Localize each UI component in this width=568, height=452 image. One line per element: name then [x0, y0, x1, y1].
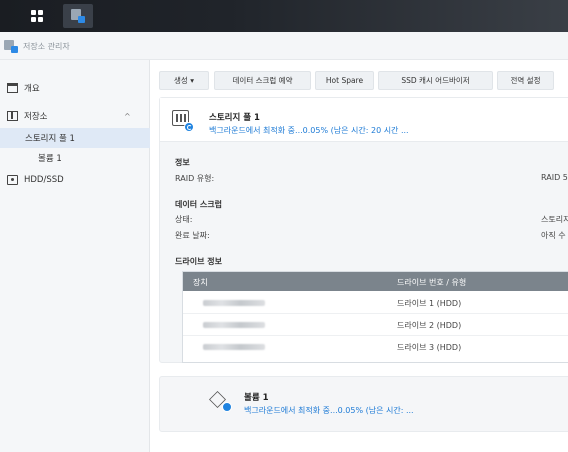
app-title: 저장소 관리자 [23, 42, 70, 51]
scrub-state-label: 상태: [175, 215, 193, 224]
main-menu-grid-icon[interactable] [22, 4, 52, 28]
storage-icon [7, 111, 18, 121]
storage-pool-icon [172, 110, 194, 132]
drive-table-header: 장치 드라이브 번호 / 유형 [183, 272, 568, 291]
sidebar-item-storage[interactable]: 저장소 ^ [0, 106, 150, 126]
optimizing-badge-icon [184, 122, 194, 132]
redacted-device-name [203, 322, 265, 328]
column-header-drive-number: 드라이브 번호 / 유형 [397, 278, 467, 287]
sidebar-item-storage-pool-1[interactable]: 스토리지 풀 1 [0, 128, 150, 148]
storage-pool-title: 스토리지 풀 1 [209, 113, 260, 123]
sidebar-item-volume-1[interactable]: 볼륨 1 [0, 148, 150, 168]
drive-info-table: 장치 드라이브 번호 / 유형 드라이브 1 (HDD) 드라이브 2 (HDD… [182, 271, 568, 363]
storage-pool-header[interactable]: 스토리지 풀 1 백그라운드에서 최적화 중...0.05% (남은 시간: 2… [160, 98, 568, 142]
storage-manager-icon [4, 40, 18, 53]
redacted-device-name [203, 300, 265, 306]
sidebar: 개요 저장소 ^ 스토리지 풀 1 볼륨 1 HDD/SSD [0, 60, 150, 452]
raid-type-value: RAID 5 [541, 173, 568, 182]
taskbar [0, 0, 568, 32]
hdd-icon [7, 175, 18, 185]
ssd-cache-advisor-button[interactable]: SSD 캐시 어드바이저 [378, 71, 493, 90]
sidebar-item-label: HDD/SSD [24, 175, 64, 185]
info-section-title: 정보 [175, 158, 190, 167]
volume-status: 백그라운드에서 최적화 중...0.05% (남은 시간: ... [244, 406, 414, 415]
sidebar-item-hdd-ssd[interactable]: HDD/SSD [0, 170, 150, 190]
drive-info-section-title: 드라이브 정보 [175, 257, 222, 266]
scrub-state-value: 스토리지 [541, 215, 568, 224]
storage-pool-panel: 스토리지 풀 1 백그라운드에서 최적화 중...0.05% (남은 시간: 2… [159, 97, 568, 363]
drive-number-cell: 드라이브 3 (HDD) [397, 343, 462, 352]
sidebar-item-label: 스토리지 풀 1 [25, 134, 75, 144]
sidebar-item-label: 볼륨 1 [38, 154, 62, 164]
table-row[interactable]: 드라이브 3 (HDD) [183, 336, 568, 358]
optimizing-badge-icon [222, 402, 232, 412]
raid-type-label: RAID 유형: [175, 174, 215, 183]
redacted-device-name [203, 344, 265, 350]
drive-number-cell: 드라이브 1 (HDD) [397, 299, 462, 308]
storage-manager-taskbar-icon[interactable] [63, 4, 93, 28]
schedule-data-scrubbing-button[interactable]: 데이터 스크럽 예약 [214, 71, 311, 90]
hot-spare-button[interactable]: Hot Spare [315, 71, 374, 90]
table-row[interactable]: 드라이브 1 (HDD) [183, 292, 568, 314]
drive-number-cell: 드라이브 2 (HDD) [397, 321, 462, 330]
app-title-bar: 저장소 관리자 [0, 32, 568, 60]
scrub-completed-value: 아직 수 [541, 231, 566, 240]
volume-icon [209, 390, 232, 412]
sidebar-item-overview[interactable]: 개요 [0, 78, 150, 98]
volume-title: 볼륨 1 [244, 393, 269, 403]
table-row[interactable]: 드라이브 2 (HDD) [183, 314, 568, 336]
scrub-completed-label: 완료 날짜: [175, 231, 210, 240]
data-scrubbing-section-title: 데이터 스크럽 [175, 200, 222, 209]
main-content: 생성 ▾ 데이터 스크럽 예약 Hot Spare SSD 캐시 어드바이저 전… [151, 60, 568, 452]
sidebar-item-label: 저장소 [24, 112, 48, 122]
sidebar-item-label: 개요 [24, 84, 40, 94]
global-settings-button[interactable]: 전역 설정 [497, 71, 554, 90]
storage-pool-status: 백그라운드에서 최적화 중...0.05% (남은 시간: 20 시간 ... [209, 126, 409, 135]
chevron-up-icon[interactable]: ^ [124, 112, 131, 121]
column-header-device: 장치 [193, 278, 208, 287]
overview-icon [7, 83, 18, 93]
create-button[interactable]: 생성 ▾ [159, 71, 209, 90]
volume-panel[interactable]: 볼륨 1 백그라운드에서 최적화 중...0.05% (남은 시간: ... [159, 376, 568, 432]
